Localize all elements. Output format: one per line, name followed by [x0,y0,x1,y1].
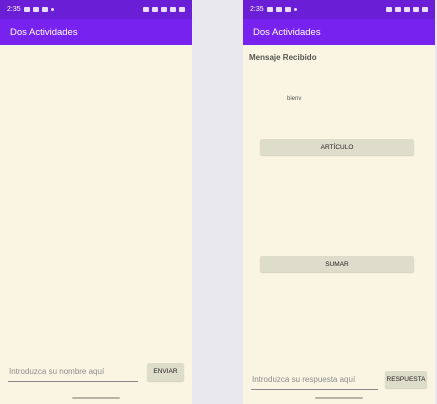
signal-icon-2 [170,7,176,12]
image-notification-icon [23,7,30,12]
app-title: Dos Actividades [10,26,78,38]
vibrate-icon [143,7,149,12]
dot-icon [293,8,297,11]
vibrate-icon [386,7,392,12]
send-notification-icon [41,7,48,12]
name-entry-row: ENVIAR [0,361,192,382]
message-notification-icon [275,7,282,12]
status-bar: 2:35 [0,0,192,19]
send-button[interactable]: ENVIAR [147,362,184,381]
message-title: Mensaje Recibido [249,53,317,62]
battery-icon [422,7,428,12]
article-button[interactable]: ARTÍCULO [260,139,414,155]
battery-icon [179,7,185,12]
send-notification-icon [284,7,291,12]
dot-icon [50,8,54,11]
data-icon [152,7,158,12]
sum-button[interactable]: SUMAR [260,256,414,272]
data-icon [395,7,401,12]
nav-handle[interactable] [315,397,363,399]
screen-right: 2:35 Dos Actividades Mensaje Recibido bi… [243,0,435,404]
answer-entry-row: RESPUESTA [243,369,435,390]
message-body: bienv [287,96,302,102]
name-input[interactable] [8,361,138,382]
message-notification-icon [32,7,39,12]
signal-icon [404,7,410,12]
image-notification-icon [266,7,273,12]
signal-icon-2 [413,7,419,12]
app-bar: Dos Actividades [0,19,192,45]
status-time: 2:35 [250,6,264,13]
status-bar: 2:35 [243,0,435,19]
status-time: 2:35 [7,6,21,13]
answer-input[interactable] [251,369,378,390]
answer-button[interactable]: RESPUESTA [385,371,427,388]
nav-handle[interactable] [72,397,120,399]
app-title: Dos Actividades [253,26,321,38]
signal-icon [161,7,167,12]
screen-left: 2:35 Dos Actividades ENVIAR [0,0,192,404]
app-bar: Dos Actividades [243,19,435,45]
